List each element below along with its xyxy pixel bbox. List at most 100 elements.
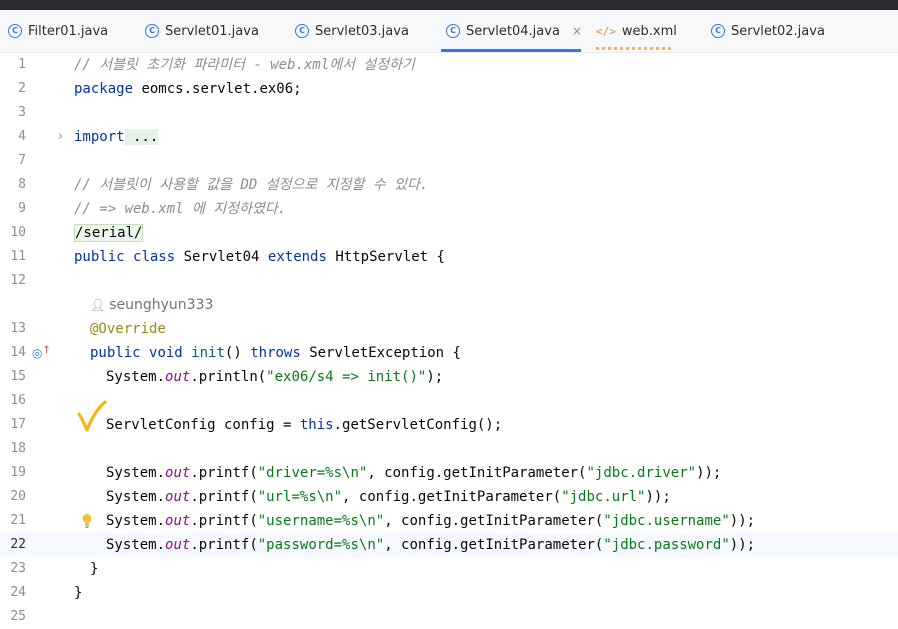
code-line: 24 } xyxy=(0,581,898,605)
tab-servlet02[interactable]: C Servlet02.java xyxy=(711,10,825,52)
code-line: 9 // => web.xml 에 지정하였다. xyxy=(0,197,898,221)
code-line: 20 System.out.printf("url=%s\n", config.… xyxy=(0,485,898,509)
code-text: package eomcs.servlet.ex06; xyxy=(74,77,302,101)
serial-marker: /serial/ xyxy=(74,224,144,242)
tab-label: Servlet01.java xyxy=(165,23,259,39)
line-number: 25 xyxy=(10,609,26,624)
code-line: 13 @Override xyxy=(0,317,898,341)
code-fragment: )); xyxy=(696,465,722,481)
code-fragment: , config.getInitParameter( xyxy=(384,513,604,529)
close-icon[interactable]: × xyxy=(572,24,582,38)
code-line: 15 System.out.println("ex06/s4 => init()… xyxy=(0,365,898,389)
code-line: 8 // 서블릿이 사용할 값을 DD 설정으로 지정할 수 있다. xyxy=(0,173,898,197)
code-fragment: System. xyxy=(106,465,166,481)
line-number: 22 xyxy=(10,537,26,552)
line-number: 8 xyxy=(18,177,26,192)
code-line: 2 package eomcs.servlet.ex06; xyxy=(0,77,898,101)
code-text: ServletConfig config = this.getServletCo… xyxy=(106,413,502,437)
line-number: 9 xyxy=(18,201,26,216)
code-text: import ... xyxy=(74,125,159,149)
code-line: 10 /serial/ xyxy=(0,221,898,245)
code-line: 3 xyxy=(0,101,898,125)
method-name: init xyxy=(191,345,225,361)
closing-brace: } xyxy=(74,585,83,601)
code-line: 18 xyxy=(0,437,898,461)
code-text: System.out.println("ex06/s4 => init()"); xyxy=(106,365,443,389)
code-text: System.out.printf("username=%s\n", confi… xyxy=(106,509,755,533)
tab-servlet01[interactable]: C Servlet01.java xyxy=(145,10,259,52)
keyword: public xyxy=(74,249,125,265)
line-number: 1 xyxy=(18,57,26,72)
code-fragment: .printf( xyxy=(190,537,258,553)
code-text: System.out.printf("url=%s\n", config.get… xyxy=(106,485,671,509)
keyword: this xyxy=(299,417,334,433)
code-fragment: .getServletConfig(); xyxy=(333,417,503,433)
code-fragment: ServletConfig config = xyxy=(106,417,300,433)
code-text: System.out.printf("password=%s\n", confi… xyxy=(106,533,755,557)
override-gutter-icon[interactable]: ◎↑ xyxy=(32,341,51,367)
tab-label: Servlet03.java xyxy=(315,23,409,39)
line-number: 18 xyxy=(10,441,26,456)
line-number: 19 xyxy=(10,465,26,480)
tab-servlet04[interactable]: C Servlet04.java × xyxy=(446,10,582,52)
string-literal: "jdbc.password" xyxy=(603,537,730,553)
line-number: 4 xyxy=(18,129,26,144)
line-number: 7 xyxy=(18,153,26,168)
window-top-strip xyxy=(0,0,898,10)
field-name: out xyxy=(165,513,191,529)
handwritten-checkmark xyxy=(77,400,107,432)
code-line: 23 } xyxy=(0,557,898,581)
class-icon: C xyxy=(295,24,309,38)
tab-filter01[interactable]: C Filter01.java xyxy=(8,10,108,52)
code-line-current: 22 System.out.printf("password=%s\n", co… xyxy=(0,533,898,557)
code-text: /serial/ xyxy=(74,221,144,245)
class-icon: C xyxy=(446,24,460,38)
class-name: Servlet04 xyxy=(183,249,260,265)
class-icon: C xyxy=(145,24,159,38)
code-editor[interactable]: 1 // 서블릿 초기화 파라미터 - web.xml에서 설정하기 2 pac… xyxy=(0,53,898,624)
line-number: 10 xyxy=(10,225,26,240)
code-fragment: .printf( xyxy=(190,489,258,505)
tab-label: Filter01.java xyxy=(28,23,109,39)
line-number: 3 xyxy=(18,105,26,120)
code-line: 11 public class Servlet04 extends HttpSe… xyxy=(0,245,898,269)
class-icon: C xyxy=(711,24,725,38)
code-fragment: System. xyxy=(106,513,166,529)
tab-servlet03[interactable]: C Servlet03.java xyxy=(295,10,409,52)
author-name: seunghyun333 xyxy=(109,297,214,313)
code-fragment: eomcs.servlet.ex06; xyxy=(133,81,302,97)
code-line: 21 System.out.printf("username=%s\n", co… xyxy=(0,509,898,533)
comment-text: // => web.xml 에 지정하였다. xyxy=(74,201,287,217)
line-number: 21 xyxy=(10,513,26,528)
code-fragment: .println( xyxy=(190,369,267,385)
active-tab-indicator xyxy=(441,49,581,52)
code-line: 1 // 서블릿 초기화 파라미터 - web.xml에서 설정하기 xyxy=(0,53,898,77)
string-literal: "url=%s\n" xyxy=(257,489,343,505)
code-fragment: System. xyxy=(106,537,166,553)
code-fragment: System. xyxy=(106,369,166,385)
code-text: public void init() throws ServletExcepti… xyxy=(90,341,461,365)
code-text: public class Servlet04 extends HttpServl… xyxy=(74,245,445,269)
folded-imports[interactable]: ... xyxy=(124,129,159,145)
string-literal: "password=%s\n" xyxy=(257,537,385,553)
string-literal: "driver=%s\n" xyxy=(257,465,368,481)
code-fragment: , config.getInitParameter( xyxy=(367,465,587,481)
chevron-right-icon[interactable]: › xyxy=(58,125,63,149)
tab-label: web.xml xyxy=(621,23,677,39)
keyword: package xyxy=(74,81,134,97)
comment-text: // 서블릿이 사용할 값을 DD 설정으로 지정할 수 있다. xyxy=(74,177,429,193)
line-number: 17 xyxy=(10,417,26,432)
person-icon: 👤︎ xyxy=(90,298,106,312)
author-hint[interactable]: 👤︎ seunghyun333 xyxy=(90,293,213,317)
lightbulb-icon[interactable] xyxy=(82,513,92,529)
keyword: public xyxy=(90,345,141,361)
code-line: 12 xyxy=(0,269,898,293)
author-inlay-row: 👤︎ seunghyun333 xyxy=(0,293,898,317)
code-fragment: , config.getInitParameter( xyxy=(384,537,604,553)
keyword: throws xyxy=(250,345,301,361)
tab-web-xml[interactable]: </> web.xml xyxy=(596,10,677,52)
line-number: 20 xyxy=(10,489,26,504)
field-name: out xyxy=(165,537,191,553)
code-fragment: ServletException { xyxy=(309,345,461,361)
class-icon: C xyxy=(8,24,22,38)
